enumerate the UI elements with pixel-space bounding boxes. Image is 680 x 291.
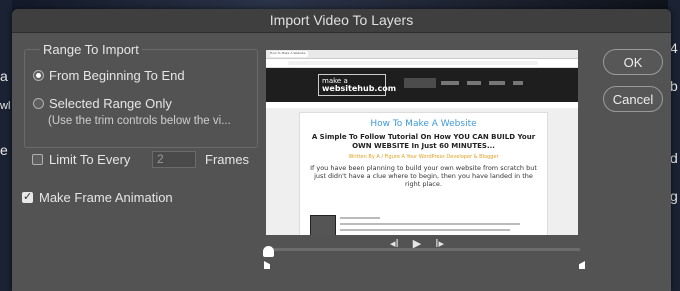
preview-content-card: How To Make A Website A Simple To Follow… <box>299 112 548 235</box>
preview-page-body: How To Make A Website A Simple To Follow… <box>266 108 578 235</box>
radio-label: Selected Range Only <box>49 96 172 111</box>
preview-browser-tabbar: How To Make A Website <box>266 50 578 59</box>
preview-text-lines <box>340 217 540 235</box>
bg-fragment: e <box>0 142 8 158</box>
range-hint-text: (Use the trim controls below the vi... <box>48 115 231 127</box>
frames-label: Frames <box>205 152 250 167</box>
limit-to-every-checkbox[interactable]: Limit To Every <box>32 152 130 167</box>
radio-selected-range-only[interactable]: Selected Range Only <box>33 96 172 111</box>
range-group-title: Range To Import <box>40 42 142 57</box>
preview-paragraph: If you have been planning to build your … <box>310 164 537 188</box>
background-app-left: a wl e <box>0 0 12 291</box>
preview-subheading: A Simple To Follow Tutorial On How YOU C… <box>311 133 536 150</box>
bg-fragment: b <box>670 78 678 94</box>
radio-from-beginning-to-end[interactable]: From Beginning To End <box>33 68 185 83</box>
bg-fragment: g <box>670 188 678 204</box>
preview-author-photo <box>310 215 336 235</box>
dialog-title: Import Video To Layers <box>12 9 671 33</box>
preview-author: Written By A / Figure A Your WordPress D… <box>348 154 499 160</box>
cancel-button[interactable]: Cancel <box>603 86 663 112</box>
preview-address-bar <box>266 59 578 68</box>
timeline-track[interactable] <box>268 248 580 251</box>
trim-start-handle[interactable] <box>264 261 270 269</box>
import-video-dialog: Import Video To Layers Range To Import F… <box>12 9 671 291</box>
radio-selected-icon[interactable] <box>33 70 44 81</box>
video-preview: How To Make A Website make a websitehub.… <box>266 50 578 235</box>
bg-fragment: a <box>0 68 8 84</box>
make-frame-animation-checkbox[interactable]: Make Frame Animation <box>22 190 173 205</box>
checkbox-label: Make Frame Animation <box>39 190 173 205</box>
checkbox-unchecked-icon[interactable] <box>32 154 43 165</box>
playhead-handle[interactable] <box>263 246 274 257</box>
trim-end-handle[interactable] <box>579 261 585 269</box>
logo-line-2: websitehub.com <box>322 84 397 93</box>
checkbox-checked-icon[interactable] <box>22 190 33 203</box>
bg-fragment: wl <box>0 100 11 112</box>
checkbox-label: Limit To Every <box>49 152 131 167</box>
preview-site-header: make a websitehub.com <box>266 68 578 102</box>
preview-tab: How To Make A Website <box>270 51 308 57</box>
bg-fragment: d <box>670 150 678 166</box>
radio-label: From Beginning To End <box>49 68 185 83</box>
ok-button[interactable]: OK <box>603 49 663 75</box>
frames-interval-input[interactable]: 2 <box>152 151 196 168</box>
preview-site-nav <box>404 78 523 88</box>
bg-fragment: 4 <box>670 40 678 56</box>
preview-site-logo: make a websitehub.com <box>318 74 396 96</box>
preview-heading: How To Make A Website <box>370 119 477 129</box>
radio-unselected-icon[interactable] <box>33 98 44 109</box>
